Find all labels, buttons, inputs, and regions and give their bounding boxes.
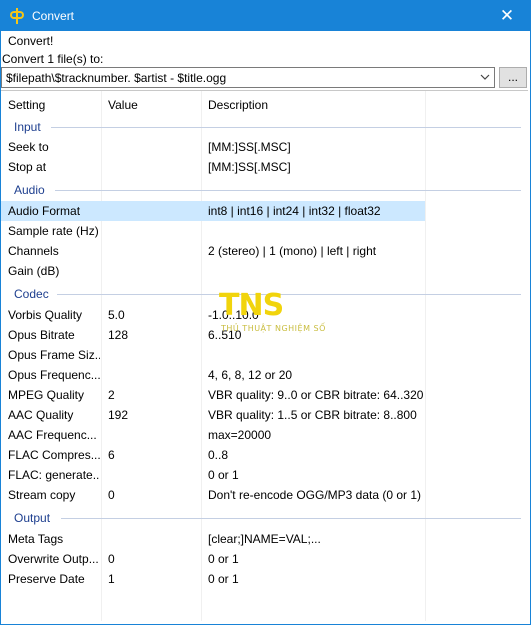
setting-cell: MPEG Quality — [8, 388, 85, 402]
value-cell[interactable]: 192 — [108, 408, 200, 422]
close-button[interactable]: ✕ — [484, 1, 530, 31]
output-path-value[interactable]: $filepath\$tracknumber. $artist - $title… — [6, 71, 226, 85]
description-cell: VBR quality: 9..0 or CBR bitrate: 64..32… — [208, 388, 424, 402]
phiola-app-icon — [10, 8, 24, 24]
description-cell: 2 (stereo) | 1 (mono) | left | right — [208, 244, 377, 258]
group-divider — [51, 127, 521, 128]
row-overwrite-output[interactable]: Overwrite Outp... 0 0 or 1 — [1, 549, 425, 569]
setting-cell: Opus Frame Siz... — [8, 348, 100, 362]
row-vorbis-quality[interactable]: Vorbis Quality 5.0 -1.0..10.0 — [1, 305, 425, 325]
setting-cell: Channels — [8, 244, 59, 258]
row-seek-to[interactable]: Seek to [MM:]SS[.MSC] — [1, 137, 425, 157]
setting-cell: Seek to — [8, 140, 49, 154]
description-cell: 0 or 1 — [208, 552, 239, 566]
row-gain[interactable]: Gain (dB) — [1, 261, 425, 281]
group-label-input: Input — [14, 120, 41, 134]
value-cell[interactable]: 2 — [108, 388, 200, 402]
menu-bar: Convert! — [1, 31, 530, 51]
browse-label: ... — [507, 70, 518, 84]
setting-cell: Sample rate (Hz) — [8, 224, 99, 238]
chevron-down-icon[interactable] — [480, 72, 490, 82]
value-cell[interactable]: 128 — [108, 328, 200, 342]
row-sample-rate[interactable]: Sample rate (Hz) — [1, 221, 425, 241]
group-divider — [61, 518, 521, 519]
row-mpeg-quality[interactable]: MPEG Quality 2 VBR quality: 9..0 or CBR … — [1, 385, 425, 405]
value-cell[interactable]: 0 — [108, 552, 200, 566]
description-cell: Don't re-encode OGG/MP3 data (0 or 1) — [208, 488, 422, 502]
setting-cell: AAC Quality — [8, 408, 74, 422]
row-opus-frame-size[interactable]: Opus Frame Siz... — [1, 345, 425, 365]
row-audio-format[interactable]: Audio Format int8 | int16 | int24 | int3… — [1, 201, 425, 221]
row-aac-frequency[interactable]: AAC Frequenc... max=20000 — [1, 425, 425, 445]
menu-convert[interactable]: Convert! — [8, 34, 53, 48]
settings-table[interactable]: Setting Value Description Input Seek to … — [1, 90, 528, 621]
column-header-setting[interactable]: Setting — [8, 98, 45, 112]
row-flac-generate[interactable]: FLAC: generate... 0 or 1 — [1, 465, 425, 485]
row-flac-compression[interactable]: FLAC Compres... 6 0..8 — [1, 445, 425, 465]
setting-cell: Opus Frequenc... — [8, 368, 100, 382]
description-cell: [clear;]NAME=VAL;... — [208, 532, 321, 546]
value-cell[interactable]: 6 — [108, 448, 200, 462]
setting-cell: Overwrite Outp... — [8, 552, 99, 566]
title-bar: Convert ✕ — [1, 1, 530, 31]
description-cell: 4, 6, 8, 12 or 20 — [208, 368, 293, 382]
row-opus-bitrate[interactable]: Opus Bitrate 128 6..510 — [1, 325, 425, 345]
row-aac-quality[interactable]: AAC Quality 192 VBR quality: 1..5 or CBR… — [1, 405, 425, 425]
setting-cell: Vorbis Quality — [8, 308, 83, 322]
setting-cell: FLAC: generate... — [8, 468, 100, 482]
close-icon: ✕ — [499, 6, 515, 25]
group-divider — [55, 190, 521, 191]
group-input[interactable]: Input — [1, 117, 528, 137]
browse-button[interactable]: ... — [499, 67, 527, 88]
row-stream-copy[interactable]: Stream copy 0 Don't re-encode OGG/MP3 da… — [1, 485, 425, 505]
description-cell: 0..8 — [208, 448, 229, 462]
description-cell: VBR quality: 1..5 or CBR bitrate: 8..800 — [208, 408, 417, 422]
setting-cell: Gain (dB) — [8, 264, 60, 278]
group-label-output: Output — [14, 511, 51, 525]
convert-files-label: Convert 1 file(s) to: — [2, 52, 104, 66]
description-cell: 0 or 1 — [208, 572, 239, 586]
row-channels[interactable]: Channels 2 (stereo) | 1 (mono) | left | … — [1, 241, 425, 261]
row-meta-tags[interactable]: Meta Tags [clear;]NAME=VAL;... — [1, 529, 425, 549]
description-cell: [MM:]SS[.MSC] — [208, 160, 291, 174]
group-audio[interactable]: Audio — [1, 180, 528, 200]
setting-cell: AAC Frequenc... — [8, 428, 97, 442]
row-opus-frequency[interactable]: Opus Frequenc... 4, 6, 8, 12 or 20 — [1, 365, 425, 385]
value-cell[interactable]: 0 — [108, 488, 200, 502]
column-header-value[interactable]: Value — [108, 98, 138, 112]
group-label-audio: Audio — [14, 183, 45, 197]
watermark-text: TNS — [219, 288, 284, 323]
output-path-combobox[interactable]: $filepath\$tracknumber. $artist - $title… — [1, 67, 495, 88]
setting-cell: Stop at — [8, 160, 47, 174]
setting-cell: Opus Bitrate — [8, 328, 75, 342]
setting-cell: Stream copy — [8, 488, 76, 502]
description-cell: [MM:]SS[.MSC] — [208, 140, 291, 154]
description-cell: 0 or 1 — [208, 468, 239, 482]
value-cell[interactable]: 5.0 — [108, 308, 200, 322]
description-cell: max=20000 — [208, 428, 272, 442]
group-label-codec: Codec — [14, 287, 49, 301]
window-title: Convert — [32, 9, 75, 23]
setting-cell: Meta Tags — [8, 532, 64, 546]
watermark-logo: TNS THỦ THUẬT NGHIỆM SỐ — [219, 288, 325, 336]
column-header-description[interactable]: Description — [208, 98, 268, 112]
description-cell: int8 | int16 | int24 | int32 | float32 — [208, 204, 381, 218]
watermark-subtext: THỦ THUẬT NGHIỆM SỐ — [221, 324, 326, 333]
setting-cell: FLAC Compres... — [8, 448, 100, 462]
row-stop-at[interactable]: Stop at [MM:]SS[.MSC] — [1, 157, 425, 177]
group-output[interactable]: Output — [1, 508, 528, 528]
setting-cell: Audio Format — [8, 204, 81, 218]
row-preserve-date[interactable]: Preserve Date 1 0 or 1 — [1, 569, 425, 589]
value-cell[interactable]: 1 — [108, 572, 200, 586]
setting-cell: Preserve Date — [8, 572, 85, 586]
